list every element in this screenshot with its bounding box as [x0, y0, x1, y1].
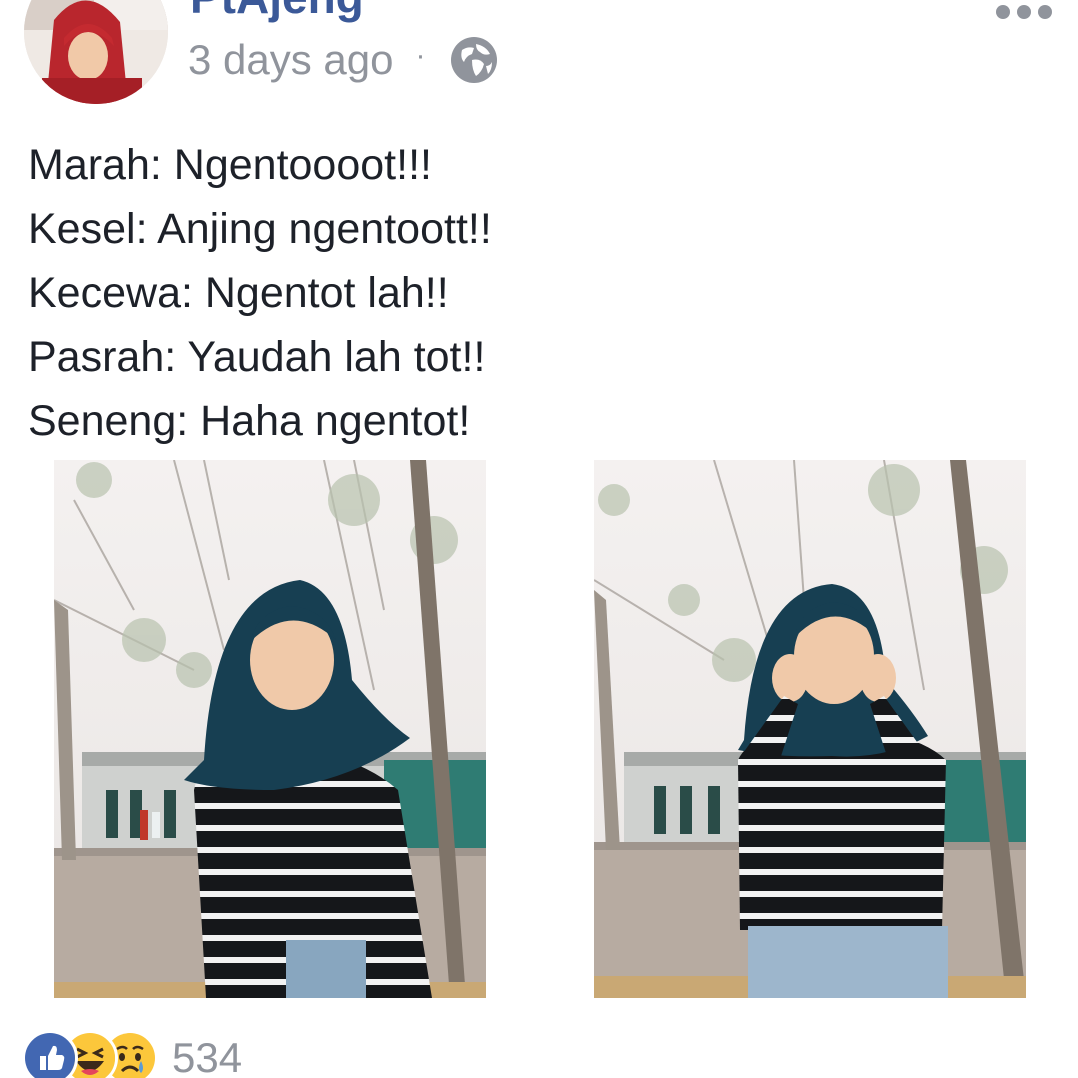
post-timestamp[interactable]: 3 days ago: [188, 36, 394, 84]
globe-icon[interactable]: [450, 36, 498, 84]
post-line-1: Marah: Ngentoooot!!!: [28, 141, 432, 189]
reactions-summary[interactable]: 534: [22, 1030, 243, 1078]
post-line-2: Kesel: Anjing ngentoott!!: [28, 205, 492, 253]
more-dot: [1038, 5, 1052, 19]
post-line-3: Kecewa: Ngentot lah!!: [28, 269, 449, 317]
reaction-count: 534: [172, 1034, 243, 1078]
like-icon: [22, 1030, 78, 1078]
post-meta: 3 days ago ·: [188, 34, 498, 86]
post-line-4: Pasrah: Yaudah lah tot!!: [28, 333, 486, 381]
post-line-5: Seneng: Haha ngentot!: [28, 397, 471, 445]
meta-separator: ·: [415, 39, 426, 72]
author-name[interactable]: PtAjeng: [190, 0, 364, 24]
post-photo-1[interactable]: [54, 460, 486, 998]
facebook-post: PtAjeng 3 days ago · Marah: Ngentoooot!!…: [0, 0, 1078, 1078]
more-dot: [1017, 5, 1031, 19]
post-body: Marah: Ngentoooot!!! Kesel: Anjing ngent…: [28, 133, 1048, 453]
post-photo-2[interactable]: [594, 460, 1026, 998]
more-dot: [996, 5, 1010, 19]
author-avatar[interactable]: [24, 0, 168, 104]
more-options-icon[interactable]: [996, 0, 1052, 24]
